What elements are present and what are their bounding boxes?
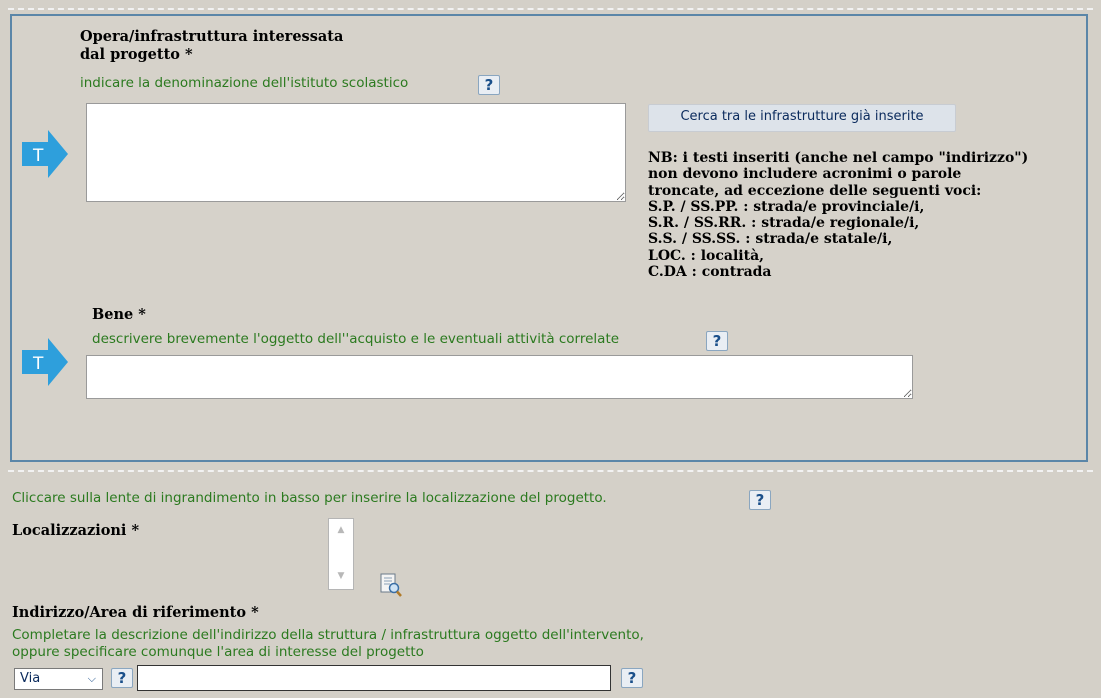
address-type-select[interactable]: Via ⌵ <box>14 668 103 690</box>
address-hint: Completare la descrizione dell'indirizzo… <box>12 627 644 661</box>
bene-label: Bene * <box>92 306 146 323</box>
note-line: C.DA : contrada <box>648 264 772 281</box>
note-line: non devono includere acronimi o parole <box>648 166 962 183</box>
right-arrow-icon: T <box>22 130 68 178</box>
bene-hint: descrivere brevemente l'oggetto dell''ac… <box>92 331 620 347</box>
address-type-value: Via <box>20 671 41 686</box>
address-input[interactable] <box>137 665 611 691</box>
magnifier-document-icon[interactable] <box>379 572 403 598</box>
address-type-help-icon[interactable]: ? <box>111 668 133 688</box>
address-hint-line1: Completare la descrizione dell'indirizzo… <box>12 627 644 643</box>
address-help-icon[interactable]: ? <box>621 668 643 688</box>
note-line: troncate, ad eccezione delle seguenti vo… <box>648 182 982 199</box>
localization-hint: Cliccare sulla lente di ingrandimento in… <box>12 490 607 506</box>
search-infrastructures-button[interactable]: Cerca tra le infrastrutture già inserite <box>648 104 956 132</box>
infrastructure-help-icon[interactable]: ? <box>478 75 500 95</box>
localization-help-icon[interactable]: ? <box>749 490 771 510</box>
address-hint-line2: oppure specificare comunque l'area di in… <box>12 644 424 660</box>
note-line: S.P. / SS.PP. : strada/e provinciale/i, <box>648 198 925 215</box>
localization-listbox[interactable]: ▲ ▼ <box>328 518 354 590</box>
arrow-badge-letter: T <box>32 354 44 374</box>
top-dashed-divider <box>8 8 1093 10</box>
infrastructure-textarea[interactable] <box>86 103 626 202</box>
infrastructure-label-line2: dal progetto * <box>80 46 193 63</box>
note-block: NB: i testi inseriti (anche nel campo "i… <box>648 150 1078 280</box>
bene-textarea[interactable] <box>86 355 913 399</box>
right-arrow-icon: T <box>22 338 68 386</box>
note-line: S.S. / SS.SS. : strada/e statale/i, <box>648 231 893 248</box>
address-label: Indirizzo/Area di riferimento * <box>12 604 259 621</box>
note-line: NB: i testi inseriti (anche nel campo "i… <box>648 150 1029 166</box>
infrastructure-hint: indicare la denominazione dell'istituto … <box>80 75 409 91</box>
note-line: LOC. : località, <box>648 247 765 264</box>
bene-help-icon[interactable]: ? <box>706 331 728 351</box>
infrastructure-label-line1: Opera/infrastruttura interessata <box>80 28 344 45</box>
scroll-down-arrow-icon[interactable]: ▼ <box>329 571 353 585</box>
infrastructure-label: Opera/infrastruttura interessata dal pro… <box>80 28 343 64</box>
localization-label: Localizzazioni * <box>12 522 140 539</box>
note-line: S.R. / SS.RR. : strada/e regionale/i, <box>648 215 920 232</box>
arrow-badge-letter: T <box>32 146 44 166</box>
chevron-down-icon: ⌵ <box>87 672 96 685</box>
scroll-up-arrow-icon[interactable]: ▲ <box>329 525 353 539</box>
middle-dashed-divider <box>8 470 1093 472</box>
